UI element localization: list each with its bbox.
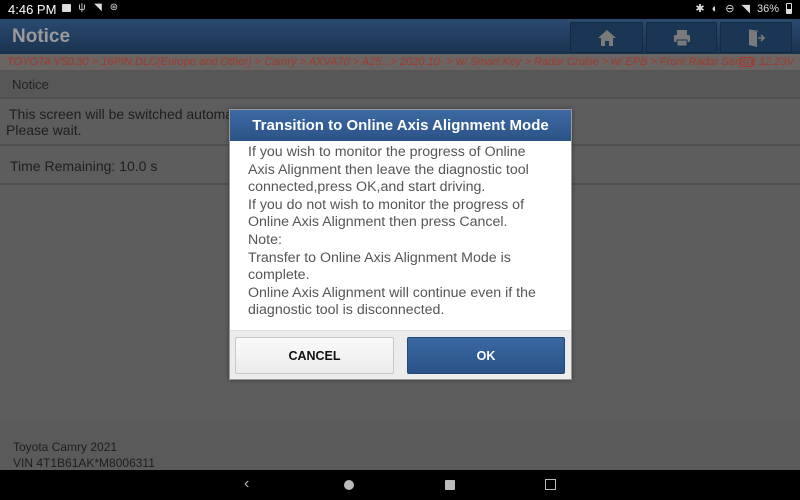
wifi-icon: ◥ <box>741 3 750 15</box>
breadcrumb: TOYOTA V50.30 > 16PIN DLC(Europe and Oth… <box>0 54 800 70</box>
print-button[interactable] <box>646 22 717 53</box>
vehicle-footer: Toyota Camry 2021 VIN 4T1B61AK*M8006311 <box>0 421 800 470</box>
home-nav-icon[interactable] <box>344 480 354 490</box>
vehicle-name: Toyota Camry 2021 <box>13 440 118 454</box>
usb-icon: ψ <box>78 2 86 13</box>
wifi-icon: ◥ <box>94 2 102 13</box>
battery-percent: 36% <box>756 2 779 15</box>
back-icon[interactable]: ‹ <box>244 475 249 493</box>
dialog-paragraph: If you do not wish to monitor the progre… <box>248 196 525 231</box>
navigation-bar: ‹ <box>0 470 800 500</box>
status-left-icons: ψ ◥ ⊛ <box>62 3 119 13</box>
battery-icon <box>786 3 792 14</box>
voltage-readout: 12.23V <box>740 54 794 70</box>
dialog-actions: CANCEL OK <box>230 330 571 379</box>
bluetooth-icon: ✱ <box>695 3 705 15</box>
breadcrumb-path: TOYOTA V50.30 > 16PIN DLC(Europe and Oth… <box>7 56 757 68</box>
exit-button[interactable] <box>720 22 792 53</box>
image-icon <box>62 4 71 12</box>
recents-icon[interactable] <box>445 480 455 490</box>
transition-dialog: Transition to Online Axis Alignment Mode… <box>229 109 572 380</box>
home-button[interactable] <box>570 22 643 53</box>
cancel-button[interactable]: CANCEL <box>235 337 394 374</box>
car-battery-icon <box>740 57 754 67</box>
section-title: Notice <box>0 70 800 99</box>
vibrate-icon: ◐ <box>711 2 719 15</box>
dialog-paragraph: If you wish to monitor the progress of O… <box>248 144 529 196</box>
home-icon <box>597 29 616 46</box>
dialog-paragraph: Transfer to Online Axis Alignment Mode i… <box>248 249 511 284</box>
screenshot-icon[interactable] <box>545 479 556 490</box>
status-time: 4:46 PM <box>8 2 57 17</box>
exit-icon <box>748 29 766 47</box>
vehicle-vin: VIN 4T1B61AK*M8006311 <box>13 456 155 470</box>
ok-button[interactable]: OK <box>407 337 565 374</box>
settings-icon: ⊛ <box>109 2 119 13</box>
app-header: Notice <box>0 19 800 54</box>
dialog-paragraph: Online Axis Alignment will continue even… <box>248 284 536 319</box>
status-right-icons: ✱ ◐ ⊖ ◥ 36% <box>695 2 792 15</box>
voltage-value: 12.23V <box>759 56 794 68</box>
printer-icon <box>673 29 690 46</box>
dialog-paragraph: Note: <box>248 231 282 248</box>
status-bar: 4:46 PM ψ ◥ ⊛ ✱ ◐ ⊖ ◥ 36% <box>0 0 800 19</box>
page-title: Notice <box>12 26 71 47</box>
dialog-body: If you wish to monitor the progress of O… <box>230 141 571 331</box>
dnd-icon: ⊖ <box>725 3 735 15</box>
dialog-title: Transition to Online Axis Alignment Mode <box>230 110 571 141</box>
